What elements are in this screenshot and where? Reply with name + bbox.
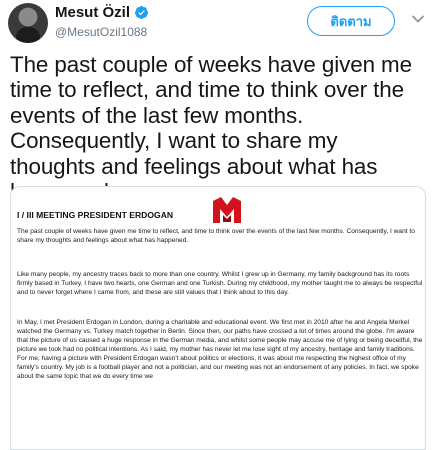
document-paragraph: In May, I met President Erdogan in Londo… — [17, 319, 423, 380]
user-handle[interactable]: @MesutOzil1088 — [55, 25, 147, 39]
document-paragraph: Like many people, my ancestry traces bac… — [17, 271, 423, 296]
m10-logo-icon — [213, 197, 241, 223]
document-paragraph: The past couple of weeks have given me t… — [17, 228, 415, 244]
document-title: I / III MEETING PRESIDENT ERDOGAN — [17, 210, 174, 220]
tweet-media-image[interactable]: I / III MEETING PRESIDENT ERDOGAN The pa… — [10, 186, 426, 450]
avatar[interactable] — [8, 3, 48, 43]
chevron-down-icon[interactable] — [411, 12, 425, 26]
follow-button[interactable]: ติดตาม — [307, 6, 395, 36]
tweet-text: The past couple of weeks have given me t… — [10, 52, 412, 204]
verified-badge-icon — [134, 5, 149, 20]
tweet-header: Mesut Özil @MesutOzil1088 ติดตาม — [0, 0, 433, 48]
user-name-row[interactable]: Mesut Özil — [55, 4, 149, 21]
user-display-name[interactable]: Mesut Özil — [55, 4, 130, 21]
